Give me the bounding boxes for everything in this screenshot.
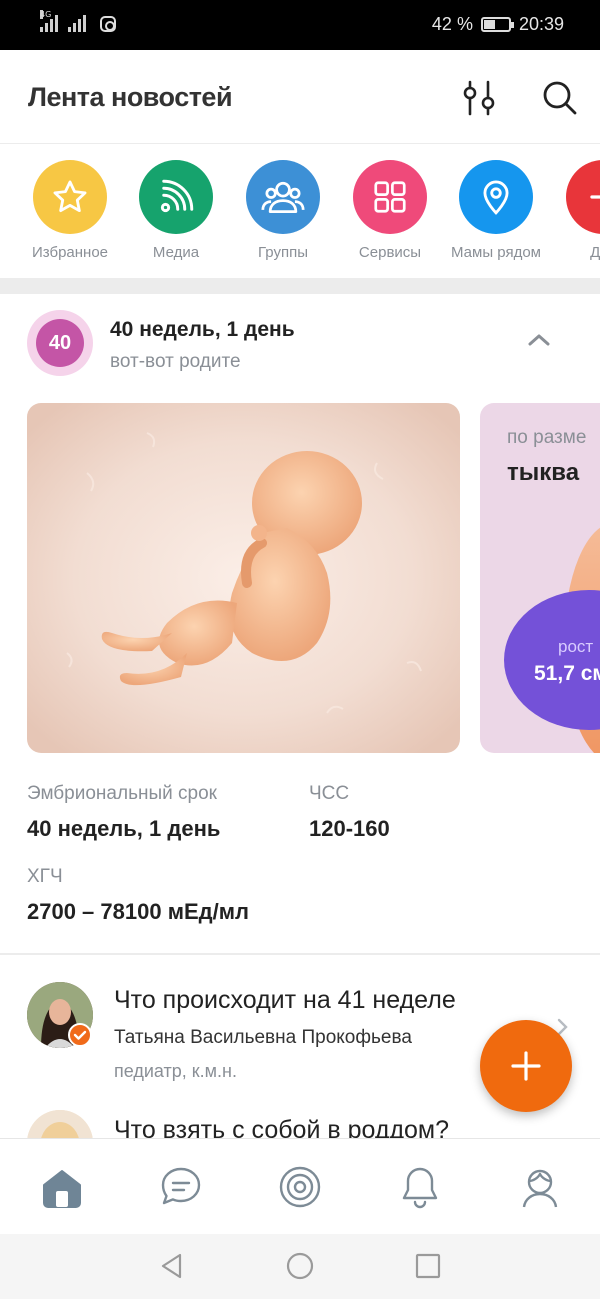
profile-icon[interactable]	[516, 1163, 564, 1211]
target-icon[interactable]	[276, 1163, 324, 1211]
network-type-label: 4G	[40, 10, 52, 19]
size-value: тыква	[507, 459, 580, 486]
article-title[interactable]: Что происходит на 41 неделе	[114, 986, 456, 1015]
app-header: Лента новостей	[0, 50, 600, 144]
system-navigation-bar	[0, 1234, 600, 1299]
add-post-button[interactable]	[480, 1020, 572, 1112]
article-author: Татьяна Васильевна Прокофьева	[114, 1027, 412, 1048]
search-icon[interactable]	[540, 78, 580, 118]
embryo-term-value: 40 недель, 1 день	[27, 816, 221, 841]
cell-signal-icon	[68, 14, 86, 32]
star-icon	[33, 160, 107, 234]
rss-icon	[139, 160, 213, 234]
shortcut-moms-nearby[interactable]: Мамы рядом	[441, 160, 551, 261]
section-separator	[0, 278, 600, 294]
more-icon	[566, 160, 600, 234]
shortcut-groups[interactable]: Группы	[228, 160, 338, 261]
recents-icon[interactable]	[414, 1252, 442, 1280]
status-bar: 4G 42 % 20:39	[0, 0, 600, 50]
pregnancy-title: 40 недель, 1 день	[110, 318, 295, 341]
battery-level-fill	[483, 20, 495, 29]
chevron-up-icon[interactable]	[527, 332, 551, 348]
growth-label: рост	[558, 637, 594, 656]
fruit-size-card[interactable]: по разме тыква рост 51,7 см	[480, 403, 600, 753]
grid-icon	[353, 160, 427, 234]
shortcut-favorites[interactable]: Избранное	[15, 160, 125, 261]
shortcut-label: Дру	[590, 244, 600, 261]
week-number: 40	[36, 319, 84, 367]
location-pin-icon	[459, 160, 533, 234]
bottom-navigation	[0, 1138, 600, 1234]
bell-icon[interactable]	[396, 1163, 444, 1211]
heart-rate-value: 120-160	[309, 816, 390, 841]
filter-sliders-icon[interactable]	[460, 78, 500, 118]
shortcuts-row: Избранное Медиа Группы Сервисы Мамы рядо…	[0, 144, 600, 278]
article-author-role: педиатр, к.м.н.	[114, 1061, 237, 1081]
fetus-illustration[interactable]	[27, 403, 460, 753]
growth-value: 51,7 см	[534, 662, 600, 685]
back-icon[interactable]	[158, 1252, 186, 1280]
shortcut-services[interactable]: Сервисы	[335, 160, 445, 261]
hcg-label: ХГЧ	[27, 866, 63, 887]
size-label: по разме	[507, 427, 587, 448]
pregnancy-header[interactable]: 40 40 недель, 1 день вот-вот родите	[0, 294, 600, 394]
divider	[0, 953, 600, 955]
chat-icon[interactable]	[157, 1163, 205, 1211]
pregnancy-subtitle: вот-вот родите	[110, 351, 241, 372]
shortcut-label: Избранное	[31, 244, 109, 261]
app-screen: 4G 42 % 20:39 Лента новостей Избранное М…	[0, 0, 600, 1299]
shortcut-label: Группы	[258, 244, 308, 261]
group-icon	[246, 160, 320, 234]
shortcut-media[interactable]: Медиа	[121, 160, 231, 261]
shortcut-more[interactable]: Дру	[548, 160, 600, 261]
battery-icon	[480, 17, 514, 32]
embryo-term-label: Эмбриональный срок	[27, 783, 217, 804]
shortcut-label: Медиа	[152, 244, 200, 261]
week-badge: 40	[27, 310, 93, 376]
page-title: Лента новостей	[28, 82, 233, 112]
cell-signal-4g-icon: 4G	[40, 10, 58, 32]
hcg-value: 2700 – 78100 мЕд/мл	[27, 899, 249, 924]
instagram-notification-icon	[100, 16, 116, 32]
shortcut-label: Мамы рядом	[451, 244, 541, 261]
clock: 20:39	[518, 14, 564, 34]
heart-rate-label: ЧСС	[309, 783, 350, 804]
home-icon[interactable]	[38, 1163, 86, 1211]
verified-badge-icon	[68, 1023, 92, 1047]
growth-bubble: рост 51,7 см	[504, 590, 600, 730]
home-circle-icon[interactable]	[286, 1252, 314, 1280]
battery-percent: 42 %	[431, 14, 473, 34]
shortcut-label: Сервисы	[358, 244, 422, 261]
